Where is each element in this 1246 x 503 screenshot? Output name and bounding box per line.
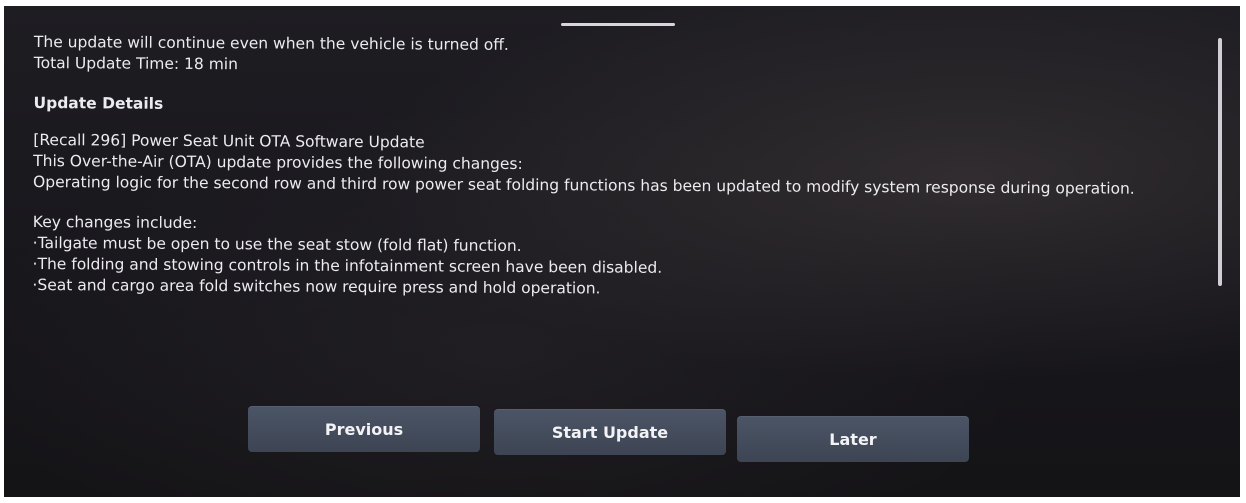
previous-button[interactable]: Previous	[248, 406, 480, 452]
drag-handle[interactable]	[561, 23, 675, 26]
start-update-button[interactable]: Start Update	[494, 409, 726, 455]
action-buttons: Previous Start Update Later	[248, 406, 988, 462]
scrollbar[interactable]	[1218, 38, 1222, 286]
update-content: The update will continue even when the v…	[32, 32, 1194, 303]
later-button[interactable]: Later	[737, 416, 969, 462]
update-dialog: The update will continue even when the v…	[4, 6, 1240, 497]
